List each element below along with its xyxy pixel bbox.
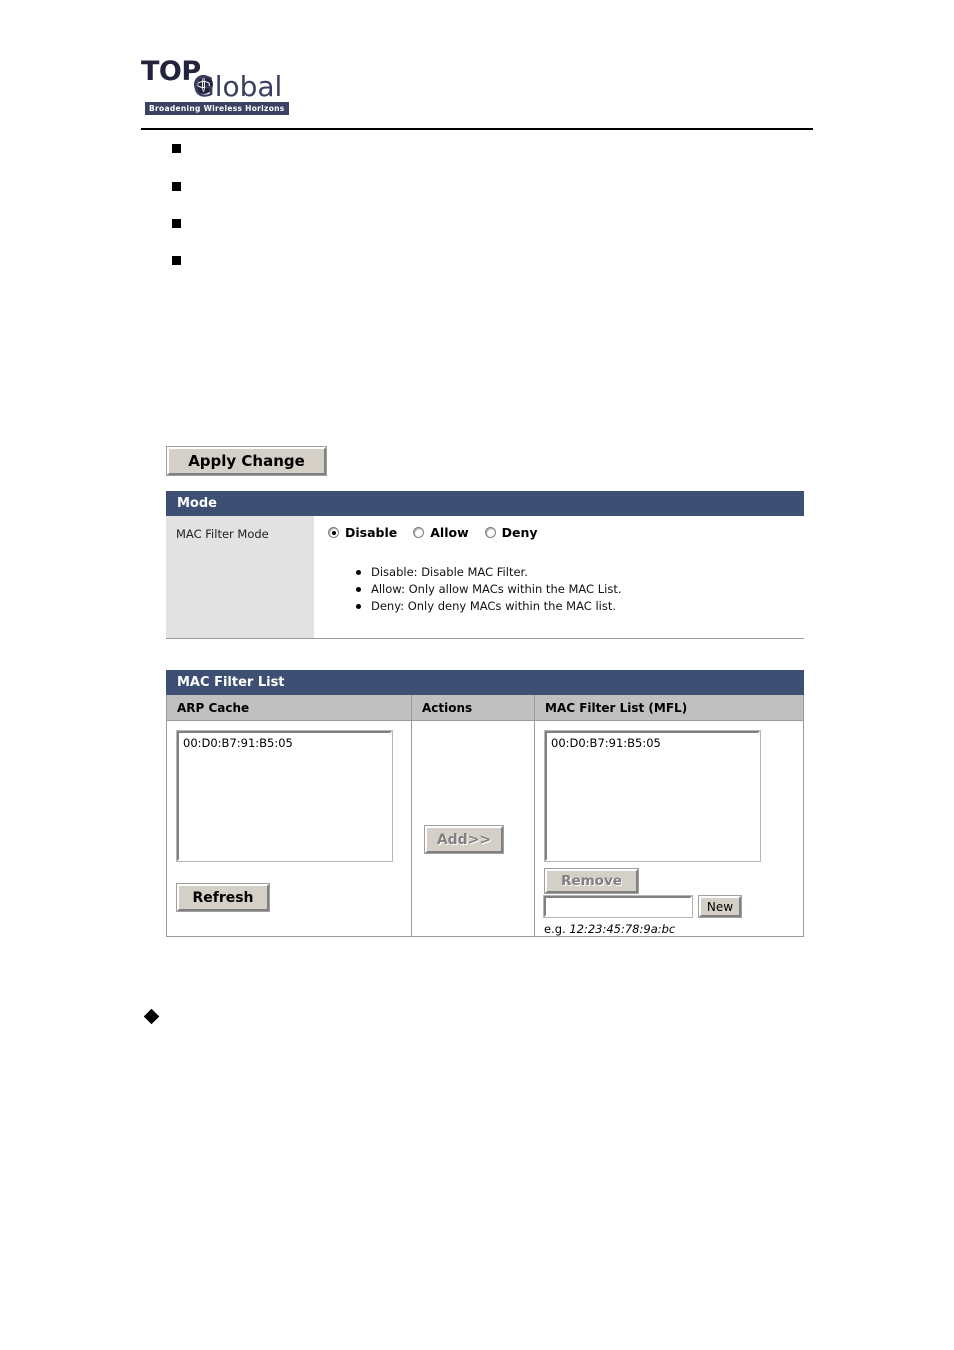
mac-format-hint-value: 12:23:45:78:9a:bc [569, 922, 676, 936]
arp-cache-body: 00:D0:B7:91:B5:05 Refresh [167, 721, 411, 936]
mfl-panel-title: MAC Filter List [166, 670, 804, 695]
radio-dot-icon [328, 527, 339, 538]
add-button[interactable]: Add>> [424, 825, 504, 854]
refresh-button[interactable]: Refresh [176, 883, 270, 912]
outline-bullet-1 [172, 144, 181, 153]
outline-bullet-3 [172, 219, 181, 228]
radio-label-allow: Allow [430, 525, 469, 540]
mac-filter-mode-label: MAC Filter Mode [166, 516, 314, 638]
mac-address-input[interactable] [543, 895, 693, 918]
outline-bullet-2 [172, 182, 181, 191]
brand-tagline: Broadening Wireless Horizons [145, 102, 289, 115]
arp-cache-listbox[interactable]: 00:D0:B7:91:B5:05 [176, 730, 393, 862]
mfl-column: MAC Filter List (MFL) 00:D0:B7:91:B5:05 … [535, 695, 803, 936]
brand-logo: TOP Global Broadening Wireless Horizons [141, 58, 341, 115]
radio-dot-icon [484, 527, 496, 538]
logo-bottom-word: Global [193, 70, 283, 103]
radio-dot-icon [413, 527, 425, 538]
logo-wordmark: TOP Global [141, 58, 341, 104]
mode-note-disable: Disable: Disable MAC Filter. [356, 564, 804, 581]
mfl-table: ARP Cache 00:D0:B7:91:B5:05 Refresh Acti… [166, 695, 804, 937]
arp-cache-column: ARP Cache 00:D0:B7:91:B5:05 Refresh [167, 695, 412, 936]
mac-filter-mode-radio-group: Disable Allow Deny [328, 525, 804, 540]
mac-format-hint: e.g. 12:23:45:78:9a:bc [544, 922, 675, 936]
mode-note-deny: Deny: Only deny MACs within the MAC list… [356, 598, 804, 615]
mode-panel-title: Mode [166, 491, 804, 516]
mode-note-allow: Allow: Only allow MACs within the MAC Li… [356, 581, 804, 598]
mode-panel: Mode MAC Filter Mode Disable Allow Deny … [166, 491, 804, 639]
list-item[interactable]: 00:D0:B7:91:B5:05 [183, 736, 386, 751]
remove-button[interactable]: Remove [544, 868, 639, 894]
actions-body: Add>> [412, 721, 534, 936]
section-bullet-diamond [143, 1008, 160, 1025]
new-button[interactable]: New [698, 895, 742, 918]
logo-top-word: TOP [141, 56, 201, 87]
radio-label-deny: Deny [501, 525, 538, 540]
mac-format-hint-prefix: e.g. [544, 922, 566, 936]
arp-cache-header: ARP Cache [167, 695, 411, 721]
header-divider [141, 128, 813, 130]
apply-change-button[interactable]: Apply Change [166, 446, 327, 476]
mfl-listbox[interactable]: 00:D0:B7:91:B5:05 [544, 730, 761, 862]
actions-header: Actions [412, 695, 534, 721]
outline-bullet-4 [172, 256, 181, 265]
actions-column: Actions Add>> [412, 695, 535, 936]
mfl-body: 00:D0:B7:91:B5:05 Remove New e.g. 12:23:… [535, 721, 803, 936]
mode-panel-body: MAC Filter Mode Disable Allow Deny Disab… [166, 516, 804, 639]
mode-panel-content: Disable Allow Deny Disable: Disable MAC … [314, 516, 804, 638]
radio-option-disable[interactable]: Disable [328, 525, 397, 540]
mac-filter-list-panel: MAC Filter List ARP Cache 00:D0:B7:91:B5… [166, 670, 804, 937]
mode-description-list: Disable: Disable MAC Filter. Allow: Only… [356, 564, 804, 615]
mfl-header: MAC Filter List (MFL) [535, 695, 803, 721]
radio-option-deny[interactable]: Deny [484, 525, 538, 540]
list-item[interactable]: 00:D0:B7:91:B5:05 [551, 736, 754, 751]
radio-label-disable: Disable [345, 525, 398, 540]
new-mac-row: New [543, 895, 742, 918]
radio-option-allow[interactable]: Allow [413, 525, 469, 540]
